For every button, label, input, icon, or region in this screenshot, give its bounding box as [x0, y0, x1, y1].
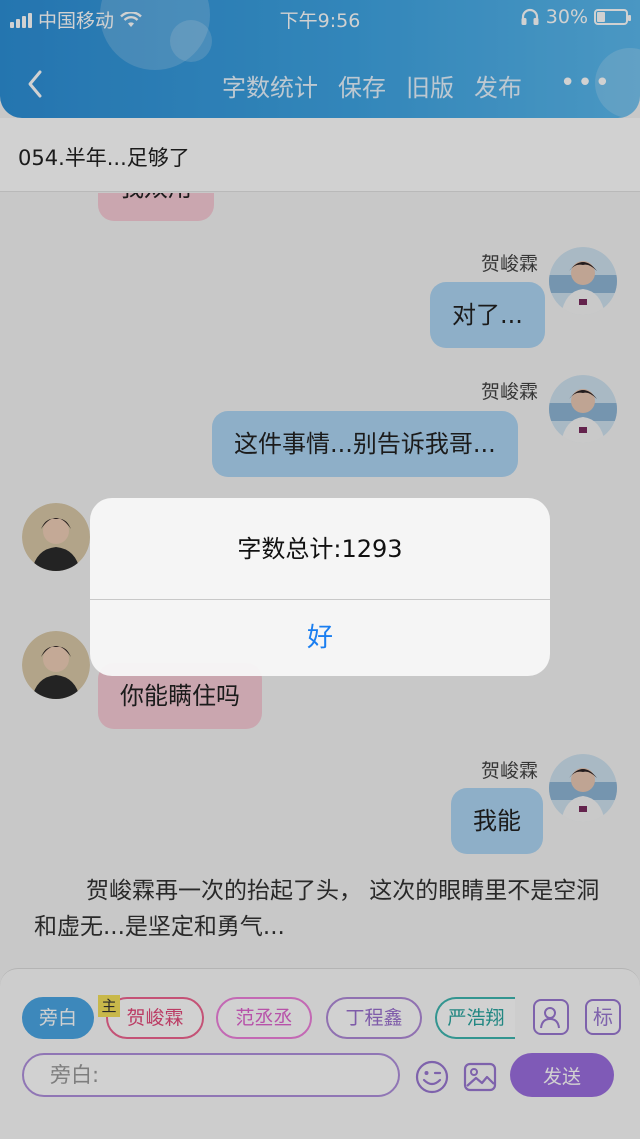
word-count-alert: 字数总计:1293 好 [90, 498, 550, 676]
alert-message: 字数总计:1293 [90, 498, 550, 600]
alert-ok-button[interactable]: 好 [90, 600, 550, 676]
